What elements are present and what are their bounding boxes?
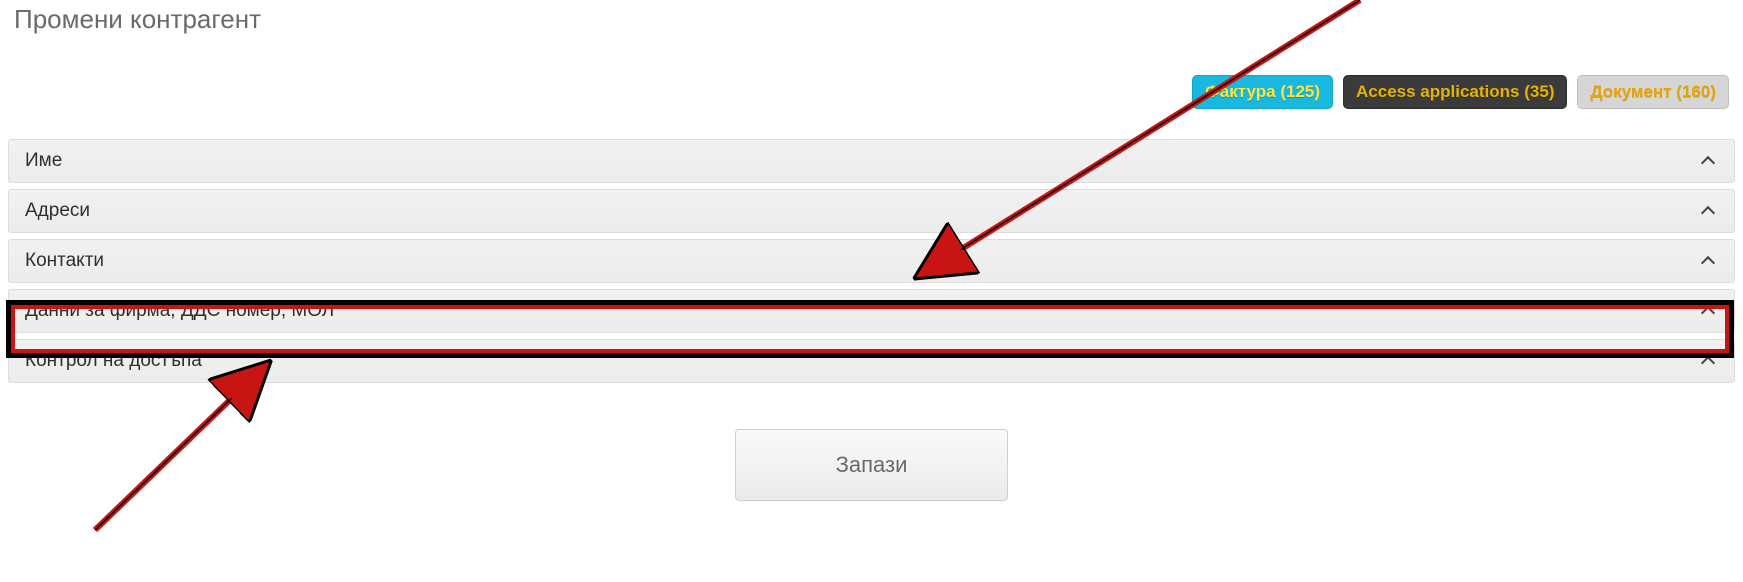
badge-label: Документ [1590,82,1671,101]
badge-label: Фактура [1205,82,1275,101]
badge-count: 160 [1682,82,1710,101]
accordion-label: Контрол на достъпа [25,350,202,372]
chevron-up-icon [1700,252,1718,270]
accordion-item-access-control[interactable]: Контрол на достъпа [8,339,1735,383]
badge-count: 125 [1286,82,1314,101]
badge-label: Access applications [1356,82,1519,101]
badge-invoice[interactable]: Фактура (125) [1192,75,1333,109]
accordion: Име Адреси Контакти Данни за фирма, ДДС … [0,129,1743,383]
accordion-label: Данни за фирма, ДДС номер, МОЛ [25,300,334,322]
page-title: Промени контрагент [0,0,1743,35]
chevron-up-icon [1700,202,1718,220]
save-area: Запази [0,389,1743,501]
chevron-up-icon [1700,302,1718,320]
badges-row: Фактура (125) Access applications (35) Д… [0,35,1743,129]
badge-document[interactable]: Документ (160) [1577,75,1729,109]
chevron-up-icon [1700,352,1718,370]
accordion-label: Контакти [25,250,104,272]
chevron-up-icon [1700,152,1718,170]
accordion-item-name[interactable]: Име [8,139,1735,183]
accordion-item-contacts[interactable]: Контакти [8,239,1735,283]
accordion-item-company-data[interactable]: Данни за фирма, ДДС номер, МОЛ [8,289,1735,333]
badge-count: 35 [1530,82,1549,101]
save-button[interactable]: Запази [735,429,1009,501]
accordion-item-addresses[interactable]: Адреси [8,189,1735,233]
badge-access-applications[interactable]: Access applications (35) [1343,75,1567,109]
accordion-label: Адреси [25,200,90,222]
accordion-label: Име [25,150,62,172]
